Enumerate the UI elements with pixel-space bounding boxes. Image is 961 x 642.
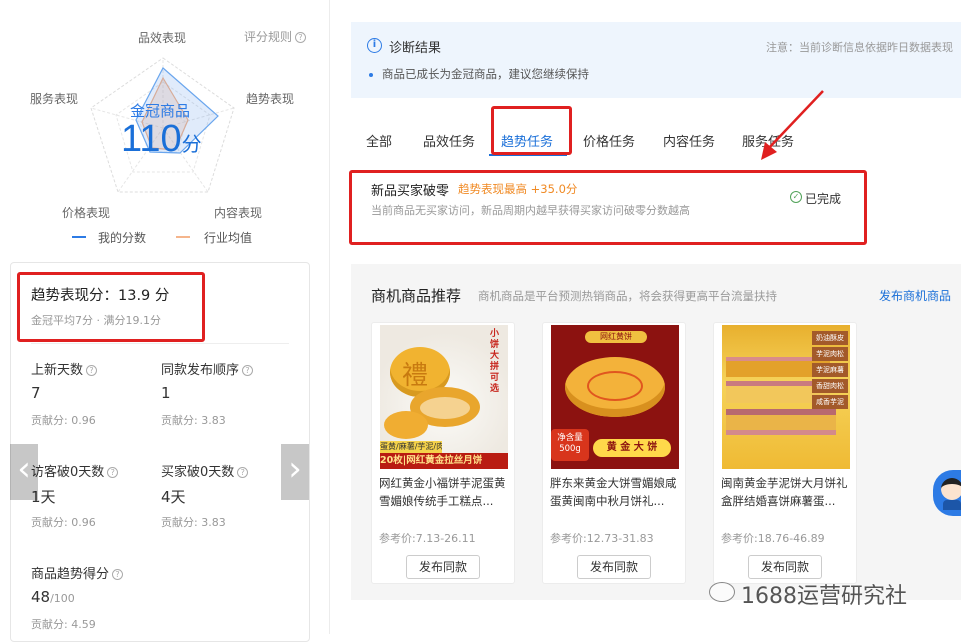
diagnosis-title: 诊断结果 [389, 41, 442, 56]
radar-label-quality: 品效表现 [138, 31, 187, 45]
overall-trend-contribution: 贡献分: 4.59 [31, 618, 96, 631]
help-icon: ? [295, 32, 307, 43]
opportunity-subtitle: 商机商品是平台预测热销商品，将会获得更高平台流量扶持 [478, 289, 777, 303]
publish-same-button[interactable]: 发布同款 [406, 555, 480, 579]
carousel-prev-button[interactable]: ‹ [10, 444, 38, 500]
watermark: 1688运营研究社 [709, 578, 907, 610]
highlight-box-task [349, 170, 867, 245]
chevron-left-icon: ‹ [17, 449, 31, 489]
product-price: 参考价:7.13-26.11 [379, 532, 476, 545]
product-title[interactable]: 闽南黄金芋泥饼大月饼礼盒胖结婚喜饼麻薯蛋... [721, 474, 853, 510]
radar-label-price: 价格表现 [62, 206, 111, 220]
overall-trend-label: 商品趋势得分? [31, 563, 124, 582]
product-card[interactable]: 网红黄饼 净含量 500g 黄 金 大 饼 胖东来黄金大饼雪媚娘咸蛋黄闽南中秋月… [542, 322, 686, 584]
diagnosis-panel: i 诊断结果 注意：当前诊断信息依据昨日数据表现 商品已成长为金冠商品，建议您继… [351, 22, 961, 98]
metric-new-days-label: 上新天数? [31, 359, 98, 378]
tab-all[interactable]: 全部 [366, 131, 392, 150]
wechat-icon [709, 582, 735, 602]
metric-visitor-days-contribution: 贡献分: 0.96 [31, 516, 96, 529]
right-panel: i 诊断结果 注意：当前诊断信息依据昨日数据表现 商品已成长为金冠商品，建议您继… [331, 0, 961, 634]
help-icon[interactable]: ? [237, 467, 249, 478]
publish-opportunity-link[interactable]: 发布商机商品 [879, 287, 951, 304]
metric-new-days-contribution: 贡献分: 0.96 [31, 414, 96, 427]
overall-trend-value: 48/100 [31, 588, 75, 606]
bullet-dot [369, 73, 373, 77]
legend-label-my-score: 我的分数 [98, 231, 147, 245]
divider [31, 343, 289, 344]
publish-same-button[interactable]: 发布同款 [748, 555, 822, 579]
help-icon[interactable]: ? [112, 569, 124, 580]
info-icon: i [367, 38, 382, 53]
product-image: 网红黄饼 净含量 500g 黄 金 大 饼 [551, 325, 679, 469]
tab-quality[interactable]: 品效任务 [423, 131, 475, 150]
help-icon[interactable]: ? [242, 365, 254, 376]
assistant-avatar[interactable] [933, 470, 961, 516]
diagnosis-note: 注意：当前诊断信息依据昨日数据表现 [766, 41, 953, 54]
radar-label-service: 服务表现 [30, 92, 79, 106]
help-icon[interactable]: ? [86, 365, 98, 376]
radar-label-content: 内容表现 [214, 206, 263, 220]
product-price: 参考价:12.73-31.83 [550, 532, 654, 545]
publish-same-button[interactable]: 发布同款 [577, 555, 651, 579]
legend-label-industry: 行业均值 [204, 231, 253, 245]
metric-new-days-value: 7 [31, 384, 41, 402]
carousel-next-button[interactable]: › [281, 444, 309, 500]
highlight-box-tab [491, 106, 572, 155]
product-image: 奶油酥皮 芋泥肉松 芋泥麻薯 香甜肉松 咸香芋泥 [722, 325, 850, 469]
annotation-arrow-icon [761, 90, 824, 160]
rules-link[interactable]: 评分规则? [244, 28, 307, 45]
tab-price[interactable]: 价格任务 [583, 131, 635, 150]
legend-swatch-industry [176, 236, 190, 238]
metric-buyer-days-contribution: 贡献分: 3.83 [161, 516, 226, 529]
metric-buyer-days-value: 4天 [161, 488, 186, 506]
highlight-box-score [17, 272, 205, 342]
tab-content[interactable]: 内容任务 [663, 131, 715, 150]
product-image: 禮 小饼大拼可选 蛋黄/麻薯/芋泥/肉松 20枚|网红黄金拉丝月饼 [380, 325, 508, 469]
chevron-right-icon: › [288, 449, 302, 489]
legend-swatch-my-score [72, 236, 86, 238]
avatar-face-icon [941, 478, 961, 500]
product-title[interactable]: 网红黄金小福饼芋泥蛋黄雪媚娘传统手工糕点... [379, 474, 511, 510]
product-image-tags: 奶油酥皮 芋泥肉松 芋泥麻薯 香甜肉松 咸香芋泥 [812, 331, 848, 409]
opportunity-title: 商机商品推荐 [371, 287, 462, 305]
product-title[interactable]: 胖东来黄金大饼雪媚娘咸蛋黄闽南中秋月饼礼... [550, 474, 682, 510]
product-card[interactable]: 禮 小饼大拼可选 蛋黄/麻薯/芋泥/肉松 20枚|网红黄金拉丝月饼 网红黄金小福… [371, 322, 515, 584]
metric-buyer-days-label: 买家破0天数? [161, 461, 249, 480]
radar-label-trend: 趋势表现 [246, 92, 295, 106]
metric-publish-order-label: 同款发布顺序? [161, 359, 254, 378]
metric-publish-order-value: 1 [161, 384, 171, 402]
total-score: 110分 [121, 118, 202, 160]
metric-visitor-days-label: 访客破0天数? [31, 461, 119, 480]
help-icon[interactable]: ? [107, 467, 119, 478]
product-card[interactable]: 奶油酥皮 芋泥肉松 芋泥麻薯 香甜肉松 咸香芋泥 闽南黄金芋泥饼大月饼礼盒胖结婚… [713, 322, 857, 584]
product-image-vertical-text: 小饼大拼可选 [490, 329, 500, 394]
left-panel: 品效表现 服务表现 趋势表现 价格表现 内容表现 评分规则? 金冠商品 110分… [0, 0, 330, 642]
metric-publish-order-contribution: 贡献分: 3.83 [161, 414, 226, 427]
diagnosis-bullet: 商品已成长为金冠商品，建议您继续保持 [382, 67, 589, 81]
product-price: 参考价:18.76-46.89 [721, 532, 825, 545]
